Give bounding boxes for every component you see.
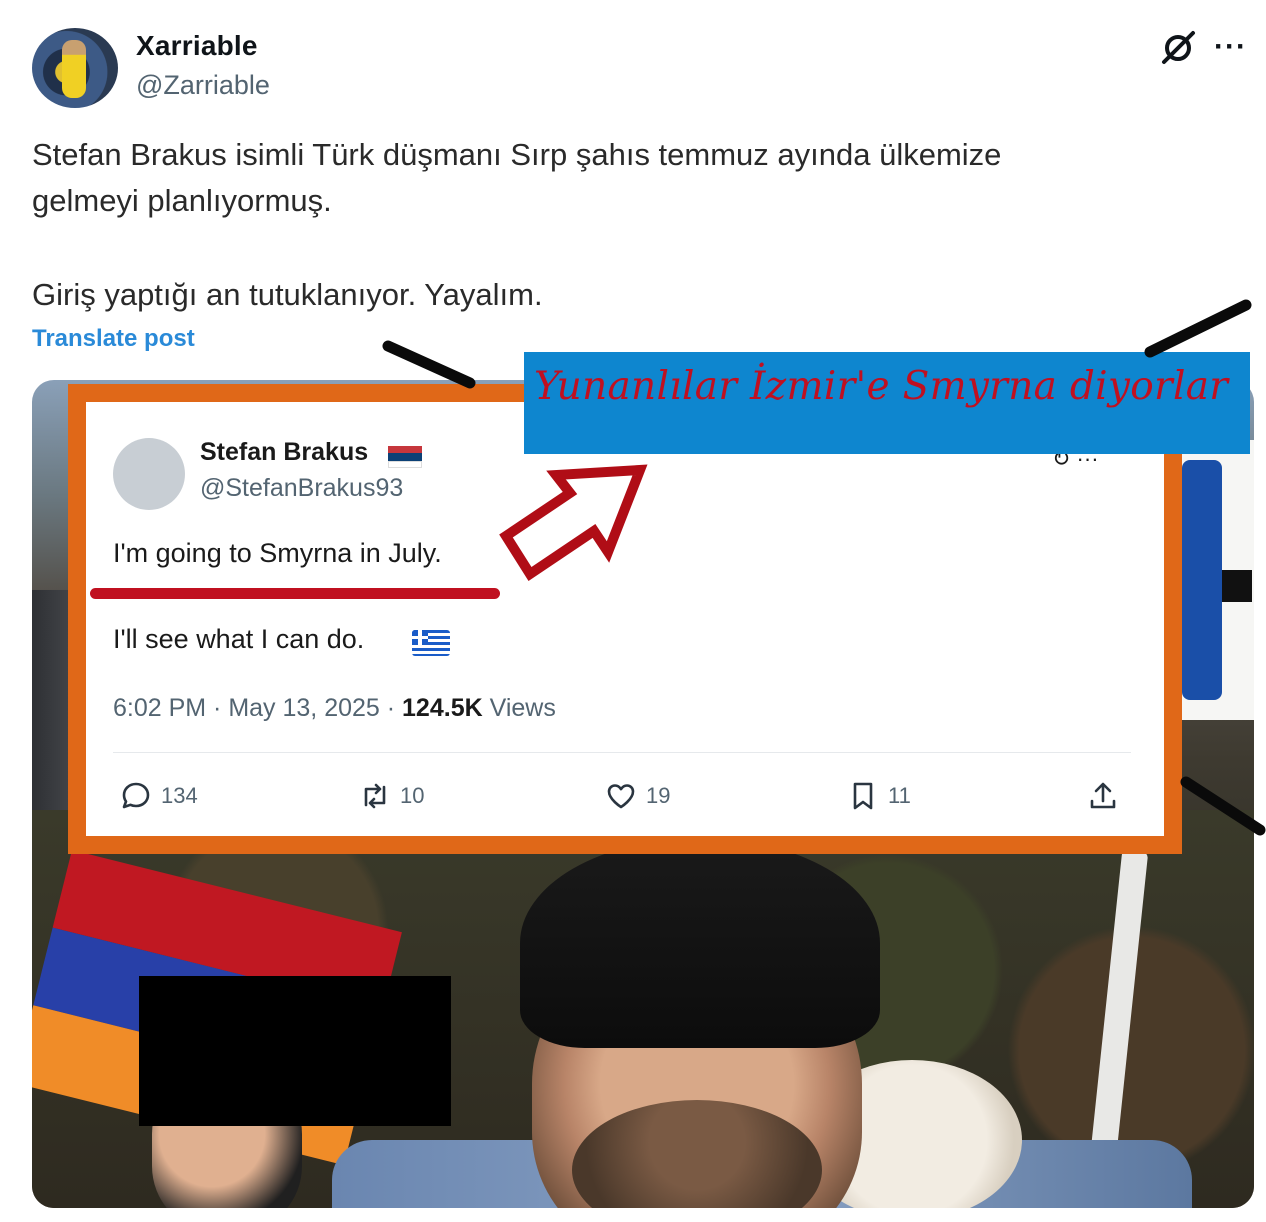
avatar-figure [62,40,86,98]
embedded-meta: 6:02 PM · May 13, 2025 · 124.5K Views [113,694,556,723]
author-avatar[interactable] [32,28,118,108]
redaction-box [139,976,451,1126]
embedded-views-count: 124.5K [402,694,483,722]
author-handle[interactable]: @Zarriable [136,70,270,101]
reply-action: 134 [119,778,198,814]
bookmark-icon [853,782,873,810]
annotation-label-text: Yunanlılar İzmir'e Smyrna diyorlar [534,364,1229,409]
post-text-line-3: Giriş yaptığı an tutuklanıyor. Yayalım. [32,277,543,312]
photo-road-sign-mark [1222,570,1252,602]
greek-flag-icon [412,630,450,656]
bookmark-count: 11 [888,783,911,808]
photo-beanie [520,838,880,1048]
annotation-label-box: Yunanlılar İzmir'e Smyrna diyorlar [524,352,1250,454]
embedded-text-2: I'll see what I can do. [113,624,365,654]
embedded-display-name: Stefan Brakus [200,438,369,466]
embedded-text-1: I'm going to Smyrna in July. [113,538,442,568]
red-underline [90,588,500,599]
post-text-line-1: Stefan Brakus isimli Türk düşmanı Sırp ş… [32,137,1002,172]
share-action [1086,778,1120,814]
embedded-avatar [113,438,185,510]
like-action: 19 [604,778,670,814]
share-icon [1090,782,1116,809]
repost-icon [364,783,386,809]
reply-count: 134 [161,783,198,808]
heart-icon [607,784,635,809]
embedded-divider [113,752,1131,753]
grok-icon[interactable] [1158,28,1198,68]
bookmark-action: 11 [846,778,911,814]
repost-count: 10 [400,783,425,808]
post-text-line-2: gelmeyi planlıyormuş. [32,183,332,218]
reply-icon [122,782,150,809]
like-count: 19 [646,783,671,808]
embedded-handle: @StefanBrakus93 [200,474,404,502]
pointer-line-left [382,340,476,389]
serbian-flag-icon [388,446,422,468]
photo-road-sign-blue [1182,460,1222,700]
translate-post-link[interactable]: Translate post [32,325,195,353]
repost-action: 10 [358,778,424,814]
embedded-tweet-frame: Stefan Brakus @StefanBrakus93 ↻ ··· I'm … [68,384,1182,854]
embedded-views-label: Views [482,694,556,722]
embedded-time: 6:02 PM · May 13, 2025 · [113,694,403,722]
more-options-icon[interactable]: ··· [1214,30,1247,64]
author-display-name[interactable]: Xarriable [136,30,258,62]
